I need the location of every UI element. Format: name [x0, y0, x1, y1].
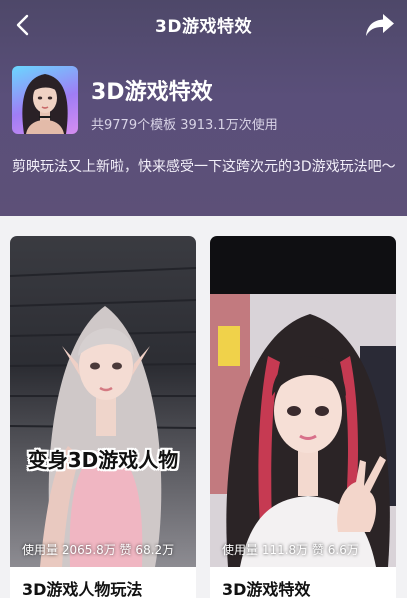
- card-stats: 使用量 111.8万 赞 6.6万: [222, 543, 359, 557]
- card-title: 3D游戏人物玩法: [22, 580, 143, 598]
- template-info: 3D游戏特效 共9779个模板 3913.1万次使用: [12, 66, 397, 138]
- template-card[interactable]: 变身3D游戏人物 使用量 2065.8万 赞 68.2万 3D游戏人物玩法: [10, 236, 196, 598]
- template-card[interactable]: 使用量 111.8万 赞 6.6万 3D游戏特效: [210, 236, 396, 598]
- card-thumbnail: 使用量 111.8万 赞 6.6万: [210, 236, 396, 567]
- character-portrait-icon: [22, 74, 68, 134]
- template-meta: 共9779个模板 3913.1万次使用: [91, 118, 278, 133]
- peace-sign-girl-image: [210, 294, 396, 567]
- template-grid: 变身3D游戏人物 使用量 2065.8万 赞 68.2万 3D游戏人物玩法 使用…: [0, 216, 407, 598]
- template-cover-image: [12, 66, 78, 134]
- share-button[interactable]: [363, 10, 397, 40]
- header-hero: 3D游戏特效 3D游戏特效 共9779个模板 3913.1万次使用 剪映玩法又上…: [0, 0, 407, 216]
- nav-bar: 3D游戏特效: [0, 0, 407, 50]
- card-stats: 使用量 2065.8万 赞 68.2万: [22, 543, 175, 557]
- template-description: 剪映玩法又上新啦，快来感受一下这跨次元的3D游戏玩法吧～: [12, 159, 396, 175]
- page-title: 3D游戏特效: [155, 17, 252, 37]
- card-overlay-text: 变身3D游戏人物: [27, 448, 179, 472]
- template-title: 3D游戏特效: [91, 80, 213, 105]
- elf-girl-image: [10, 267, 196, 567]
- card-title: 3D游戏特效: [222, 580, 311, 598]
- card-thumbnail: 变身3D游戏人物 使用量 2065.8万 赞 68.2万: [10, 236, 196, 567]
- share-arrow-icon: [366, 14, 394, 36]
